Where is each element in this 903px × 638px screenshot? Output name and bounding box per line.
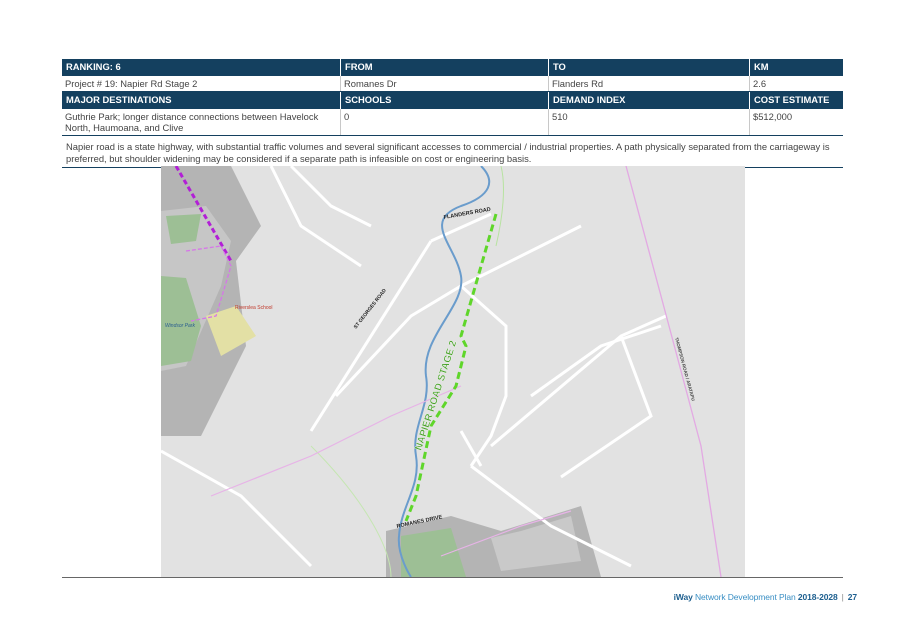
destinations-header: MAJOR DESTINATIONS (62, 91, 341, 109)
park-area (166, 214, 201, 244)
stream (310, 445, 392, 577)
km-cell: 2.6 (749, 76, 843, 92)
thompson-road-label: THOMPSON ROAD / ARATAPU (674, 337, 696, 401)
cost-cell: $512,000 (749, 109, 843, 136)
napier-road-stage-2-label: NAPIER ROAD STAGE 2 (413, 339, 459, 452)
map-canvas: FLANDERS ROAD ST GEORGES ROAD NAPIER ROA… (161, 166, 722, 577)
km-header: KM (749, 59, 843, 76)
footer-brand-suffix: Network Development Plan (692, 592, 796, 602)
flanders-road-label: FLANDERS ROAD (443, 207, 491, 221)
cost-header: COST ESTIMATE (749, 91, 843, 109)
destinations-cell: Guthrie Park; longer distance connection… (62, 109, 341, 136)
table-row: Project # 19: Napier Rd Stage 2 Romanes … (62, 76, 843, 92)
project-cell: Project # 19: Napier Rd Stage 2 (62, 76, 341, 92)
footer-years: 2018-2028 (795, 592, 838, 602)
page-number: 27 (847, 592, 857, 602)
schools-cell: 0 (340, 109, 549, 136)
page-footer: iWay Network Development Plan 2018-2028 |… (674, 592, 857, 602)
route-map: FLANDERS ROAD ST GEORGES ROAD NAPIER ROA… (161, 166, 745, 577)
demand-cell: 510 (548, 109, 750, 136)
project-info-table: RANKING: 6 FROM TO KM Project # 19: Napi… (62, 59, 843, 136)
ranking-header: RANKING: 6 (62, 59, 341, 76)
table-header-row: RANKING: 6 FROM TO KM (62, 59, 843, 76)
boundary-line (625, 166, 722, 577)
to-cell: Flanders Rd (548, 76, 750, 92)
stream (495, 166, 504, 247)
table-header-row: MAJOR DESTINATIONS SCHOOLS DEMAND INDEX … (62, 91, 843, 109)
footer-divider (62, 577, 843, 578)
footer-separator: | (841, 592, 844, 602)
riverslea-school-label: Riverslea School (235, 305, 273, 311)
windsor-park-label: Windsor Park (165, 323, 195, 329)
table-row: Guthrie Park; longer distance connection… (62, 109, 843, 136)
to-header: TO (548, 59, 750, 76)
from-cell: Romanes Dr (340, 76, 549, 92)
from-header: FROM (340, 59, 549, 76)
demand-header: DEMAND INDEX (548, 91, 750, 109)
project-description: Napier road is a state highway, with sub… (62, 139, 843, 168)
st-georges-road-label: ST GEORGES ROAD (353, 287, 388, 330)
schools-header: SCHOOLS (340, 91, 549, 109)
footer-brand: iWay (673, 592, 693, 602)
